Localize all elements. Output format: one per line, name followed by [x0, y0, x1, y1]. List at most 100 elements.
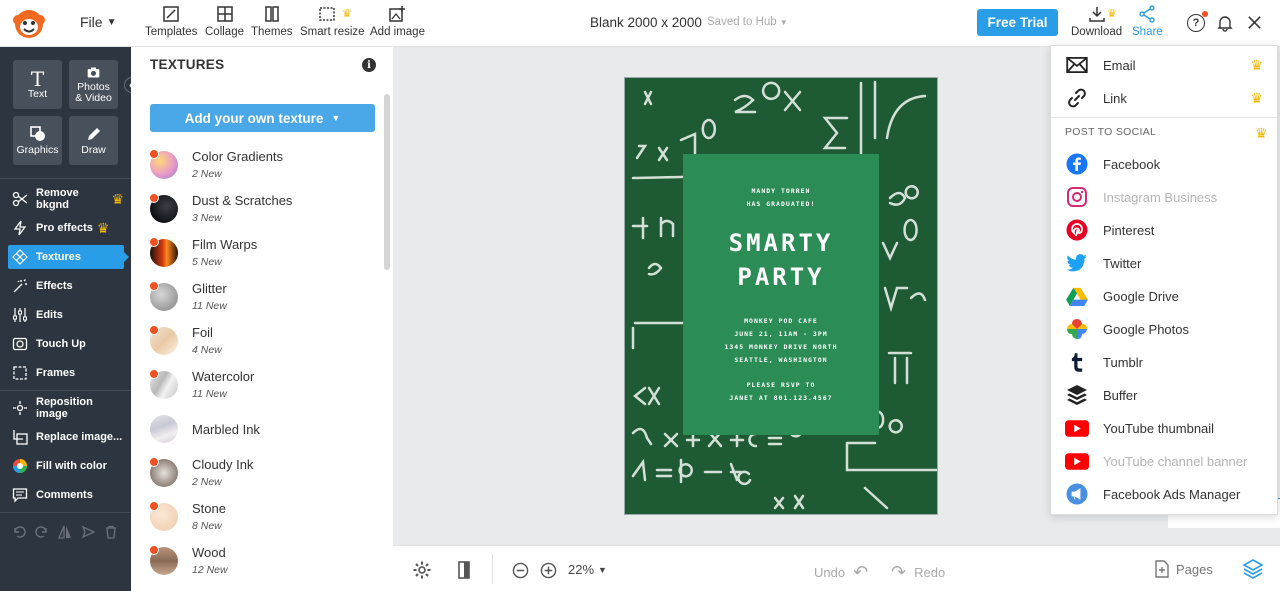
- design-artboard[interactable]: MANDY TORREN HAS GRADUATED! SMARTY PARTY…: [624, 77, 938, 515]
- graphics-tool-button[interactable]: Graphics: [13, 116, 62, 165]
- share-google-drive[interactable]: Google Drive: [1065, 282, 1269, 310]
- redo-button[interactable]: ↷ Redo: [891, 562, 945, 583]
- instagram-icon: [1065, 185, 1089, 209]
- crown-icon: ♛: [342, 8, 352, 20]
- photos-video-button[interactable]: Photos & Video: [69, 60, 118, 109]
- share-email[interactable]: Email ♛: [1065, 51, 1269, 79]
- sidebar-item-fill-with-color[interactable]: Fill with color: [8, 454, 124, 478]
- redo-label: Redo: [914, 565, 946, 580]
- undo-button[interactable]: Undo ↶: [814, 562, 868, 583]
- share-google-photos[interactable]: Google Photos: [1065, 315, 1269, 343]
- themes-button[interactable]: Themes: [251, 5, 293, 38]
- undo-icon[interactable]: [12, 525, 26, 539]
- share-youtube-thumbnail[interactable]: YouTube thumbnail: [1065, 414, 1269, 442]
- texture-item-color-gradients[interactable]: Color Gradients 2 New: [149, 146, 375, 186]
- chevron-down-icon: ▼: [779, 17, 788, 27]
- share-item-label: YouTube thumbnail: [1103, 420, 1215, 436]
- texture-item-foil[interactable]: Foil 4 New: [149, 322, 375, 362]
- texture-name: Film Warps: [192, 237, 258, 252]
- saved-status[interactable]: Saved to Hub ▼: [707, 16, 788, 28]
- gear-icon[interactable]: [412, 560, 432, 580]
- link-icon: [1065, 86, 1089, 110]
- share-item-label: Email: [1103, 57, 1136, 73]
- share-item-label: Tumblr: [1103, 354, 1143, 370]
- sidebar-item-touch-up[interactable]: Touch Up: [8, 332, 124, 356]
- touch-up-icon: [12, 337, 28, 351]
- sidebar-item-reposition-image[interactable]: Reposition image: [8, 396, 124, 420]
- redo-arrow-icon: ↷: [891, 562, 907, 582]
- share-tumblr[interactable]: Tumblr: [1065, 348, 1269, 376]
- tool-sidebar: T Text Photos & Video Graphics Draw ❮ Re…: [0, 47, 140, 591]
- sidebar-item-comments[interactable]: Comments: [8, 483, 124, 507]
- download-icon: [1088, 7, 1105, 22]
- tumblr-icon: [1065, 350, 1089, 374]
- flip-icon[interactable]: [58, 525, 72, 539]
- texture-item-marbled-ink[interactable]: Marbled Ink: [150, 410, 375, 450]
- share-facebook[interactable]: Facebook: [1065, 150, 1269, 178]
- share-button[interactable]: Share: [1132, 5, 1163, 38]
- share-twitter[interactable]: Twitter: [1065, 249, 1269, 277]
- sidebar-item-replace-image[interactable]: Replace image...: [8, 425, 124, 449]
- texture-item-cloudy-ink[interactable]: Cloudy Ink 2 New: [149, 454, 375, 494]
- download-label: Download: [1071, 26, 1123, 38]
- zoom-dropdown[interactable]: 22% ▼: [568, 562, 607, 577]
- pages-button[interactable]: Pages: [1154, 560, 1213, 578]
- redo-icon[interactable]: [35, 525, 49, 539]
- undo-arrow-icon: ↶: [853, 562, 869, 582]
- close-icon[interactable]: [1246, 14, 1263, 31]
- file-menu[interactable]: File ▼: [80, 14, 116, 30]
- text-tool-button[interactable]: T Text: [13, 60, 62, 109]
- sidebar-item-pro-effects[interactable]: Pro effects ♛: [8, 216, 124, 240]
- download-button[interactable]: ♛ Download: [1071, 5, 1122, 38]
- document-title[interactable]: Blank 2000 x 2000: [590, 15, 702, 30]
- picmonkey-logo-icon[interactable]: [12, 6, 46, 40]
- collage-button[interactable]: Collage: [205, 5, 244, 38]
- share-link[interactable]: Link ♛: [1065, 84, 1269, 112]
- texture-new-badge: 2 New: [192, 476, 222, 488]
- sidebar-item-label: Edits: [36, 309, 63, 321]
- history-controls: [12, 525, 118, 539]
- zoom-in-icon[interactable]: [540, 562, 557, 579]
- panel-scrollbar[interactable]: [384, 94, 390, 270]
- frames-icon: [13, 366, 27, 380]
- help-button[interactable]: ?: [1187, 11, 1208, 32]
- share-youtube-channel-banner[interactable]: YouTube channel banner: [1065, 447, 1269, 475]
- sidebar-item-label: Textures: [36, 251, 82, 263]
- texture-item-glitter[interactable]: Glitter 11 New: [149, 278, 375, 318]
- invitation-card[interactable]: MANDY TORREN HAS GRADUATED! SMARTY PARTY…: [683, 154, 879, 435]
- share-facebook-ads-manager[interactable]: Facebook Ads Manager: [1065, 480, 1269, 508]
- share-buffer[interactable]: Buffer: [1065, 381, 1269, 409]
- sidebar-item-frames[interactable]: Frames: [8, 361, 124, 385]
- texture-new-badge: 8 New: [192, 520, 222, 532]
- add-texture-button[interactable]: Add your own texture ▼: [150, 104, 375, 132]
- bell-icon[interactable]: [1216, 14, 1234, 32]
- sidebar-item-edits[interactable]: Edits: [8, 303, 124, 327]
- texture-item-film-warps[interactable]: Film Warps 5 New: [149, 234, 375, 274]
- invite-rsvp-contact: JANET AT 801.123.4567: [729, 394, 833, 402]
- texture-item-watercolor[interactable]: Watercolor 11 New: [149, 366, 375, 406]
- texture-item-wood[interactable]: Wood 12 New: [149, 542, 375, 582]
- layers-icon[interactable]: [1242, 558, 1264, 580]
- send-icon[interactable]: [81, 525, 95, 539]
- share-pinterest[interactable]: Pinterest: [1065, 216, 1269, 244]
- templates-button[interactable]: Templates: [145, 5, 197, 38]
- sidebar-item-textures[interactable]: Textures: [8, 245, 129, 269]
- zoom-out-icon[interactable]: [512, 562, 529, 579]
- info-icon[interactable]: i: [362, 58, 376, 72]
- texture-item-stone[interactable]: Stone 8 New: [149, 498, 375, 538]
- replace-image-icon: [13, 430, 28, 445]
- trash-icon[interactable]: [104, 525, 118, 539]
- add-image-button[interactable]: Add image: [370, 5, 425, 38]
- fit-to-screen-icon[interactable]: [454, 560, 474, 580]
- invite-date: JUNE 21, 11AM - 3PM: [734, 330, 828, 338]
- camera-icon: [87, 67, 100, 78]
- draw-tool-button[interactable]: Draw: [69, 116, 118, 165]
- sidebar-item-remove-bkgnd[interactable]: Remove bkgnd ♛: [8, 187, 124, 211]
- pencil-icon: [87, 128, 100, 140]
- sidebar-item-effects[interactable]: Effects: [8, 274, 124, 298]
- lightning-icon: [13, 220, 27, 236]
- smart-resize-button[interactable]: ♛ Smart resize: [300, 5, 365, 38]
- texture-item-dust-scratches[interactable]: Dust & Scratches 3 New: [149, 190, 375, 230]
- share-instagram-business[interactable]: Instagram Business: [1065, 183, 1269, 211]
- free-trial-button[interactable]: Free Trial: [977, 9, 1058, 36]
